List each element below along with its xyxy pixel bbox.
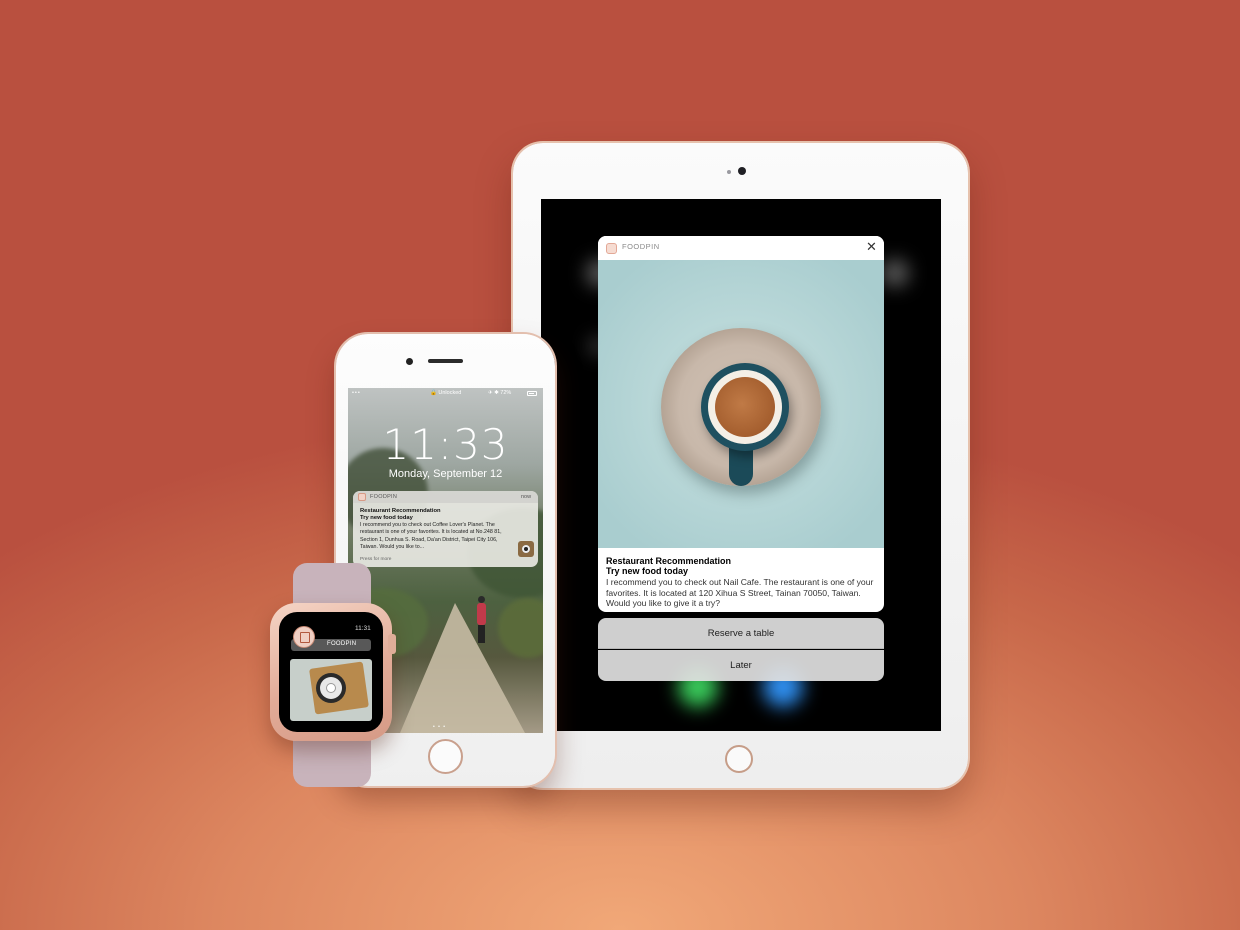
foodpin-app-icon <box>358 493 366 501</box>
iphone-notification[interactable]: FOODPIN now Restaurant Recommendation Tr… <box>353 491 538 567</box>
ipad-sensor <box>727 170 731 174</box>
close-icon[interactable]: ✕ <box>866 238 877 256</box>
hiker-figure <box>478 625 485 643</box>
notification-header: FOODPIN now <box>353 491 538 503</box>
lock-screen-time: 11:33 <box>382 420 509 469</box>
iphone-speaker <box>428 359 463 363</box>
notification-time: now <box>521 493 532 500</box>
watch-coffee-image[interactable] <box>290 659 372 721</box>
battery-icon <box>527 391 537 396</box>
watch-crown[interactable] <box>388 634 396 654</box>
notification-app-name: FOODPIN <box>622 242 660 251</box>
watch-device: 11:31 FOODPIN <box>270 603 392 741</box>
glow-decor <box>881 259 909 287</box>
notification-title: Restaurant Recommendation <box>360 508 441 514</box>
watch-screen: 11:31 FOODPIN <box>279 612 383 732</box>
coffee-cup-image <box>598 260 884 548</box>
foodpin-app-icon <box>606 243 617 254</box>
press-for-more-hint: Press for more <box>360 557 392 562</box>
hiker-figure <box>477 603 486 625</box>
later-button[interactable]: Later <box>598 650 884 681</box>
coffee-thumbnail <box>518 541 534 557</box>
watch-app-name: FOODPIN <box>327 641 357 647</box>
lock-screen-date: Monday, September 12 <box>388 468 503 480</box>
status-bar: ••• 🔒 Unlocked ✈ ✱ 72% <box>348 388 543 400</box>
ipad-device: FOODPIN ✕ Restaurant Recommendation Try … <box>513 143 968 788</box>
hiker-figure <box>478 596 485 603</box>
watch-time: 11:31 <box>355 625 371 632</box>
unlock-status: 🔒 Unlocked <box>430 390 462 396</box>
reserve-table-button[interactable]: Reserve a table <box>598 618 884 649</box>
ipad-screen: FOODPIN ✕ Restaurant Recommendation Try … <box>541 199 941 731</box>
notification-body: I recommend you to check out Nail Cafe. … <box>606 577 874 609</box>
battery-text: ✈ ✱ 72% <box>488 390 512 396</box>
ipad-camera <box>738 167 746 175</box>
cup-shape <box>326 683 336 693</box>
iphone-home-button[interactable] <box>428 739 463 774</box>
ipad-home-button[interactable] <box>725 745 753 773</box>
notification-app-name: FOODPIN <box>370 493 398 500</box>
notification-body: I recommend you to check out Coffee Love… <box>360 522 502 551</box>
signal-icon: ••• <box>352 390 361 396</box>
page-dots: • • • <box>433 724 447 730</box>
foodpin-app-icon <box>293 626 315 648</box>
iphone-camera <box>406 358 413 365</box>
notification-subtitle: Try new food today <box>606 566 689 576</box>
notification-header: FOODPIN ✕ <box>598 236 884 260</box>
ipad-notification[interactable]: FOODPIN ✕ Restaurant Recommendation Try … <box>598 236 884 612</box>
coffee-shape <box>715 377 775 437</box>
notification-subtitle: Try new food today <box>360 515 413 521</box>
notification-title: Restaurant Recommendation <box>606 556 732 566</box>
